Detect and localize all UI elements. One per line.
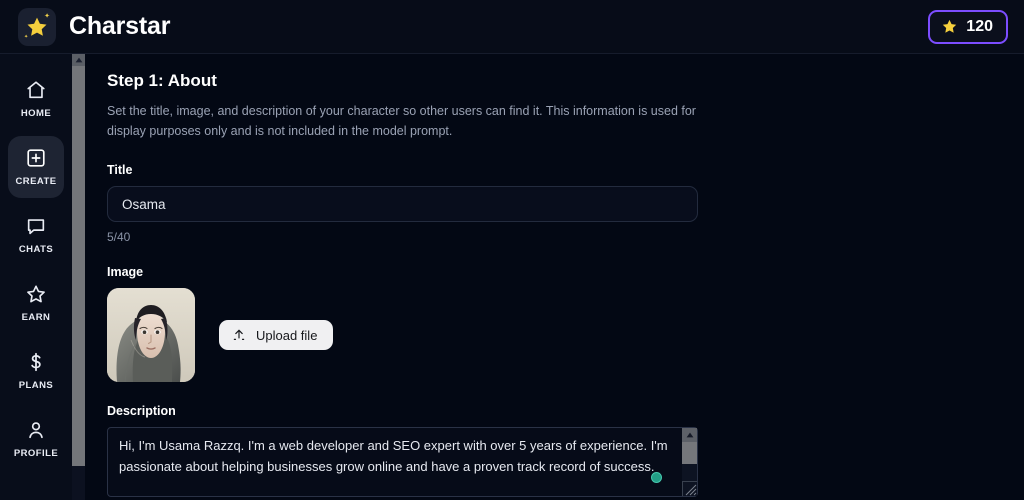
upload-file-button[interactable]: Upload file	[219, 320, 334, 350]
coins-badge[interactable]: 120	[928, 9, 1008, 44]
title-input[interactable]	[107, 186, 698, 222]
sidebar-item-earn[interactable]: EARN	[8, 272, 64, 334]
chat-bubble-icon	[27, 219, 45, 235]
sidebar-item-home[interactable]: HOME	[8, 68, 64, 130]
star-outline-icon	[27, 285, 45, 303]
title-label: Title	[107, 163, 133, 177]
page-scrollbar[interactable]	[72, 54, 85, 500]
main-content: Step 1: About Set the title, image, and …	[85, 54, 1024, 500]
plus-square-icon	[27, 149, 45, 167]
sidebar-item-label: PLANS	[18, 380, 54, 391]
sidebar-item-profile[interactable]: PROFILE	[8, 408, 64, 470]
resize-grip-icon[interactable]	[682, 481, 697, 496]
page-description: Set the title, image, and description of…	[107, 104, 696, 138]
coins-value: 120	[966, 17, 993, 35]
person-icon	[29, 422, 43, 439]
app-header: ✦ ✦ Charstar 120	[0, 0, 1024, 54]
sidebar-item-chats[interactable]: CHATS	[8, 204, 64, 266]
image-row: Upload file	[107, 288, 1024, 382]
image-label: Image	[107, 265, 144, 279]
upload-arrow-icon	[233, 329, 245, 340]
star-icon	[943, 19, 957, 33]
character-avatar[interactable]	[107, 288, 195, 382]
sidebar-item-label: HOME	[20, 108, 52, 119]
brand-name: Charstar	[69, 12, 171, 40]
description-scrollbar-track[interactable]	[682, 464, 697, 482]
page-scrollbar-thumb[interactable]	[72, 66, 85, 466]
home-icon	[27, 81, 45, 99]
description-wrapper	[107, 427, 698, 497]
dollar-icon	[31, 352, 41, 372]
description-scrollbar-thumb[interactable]	[682, 442, 697, 464]
star-logo-icon: ✦ ✦	[18, 7, 56, 46]
sidebar: HOME CREATE CHATS EARN PLANS PROFILE	[0, 54, 72, 500]
sidebar-item-label: CHATS	[18, 244, 54, 255]
sidebar-item-create[interactable]: CREATE	[8, 136, 64, 198]
title-counter: 5/40	[107, 230, 131, 244]
description-label: Description	[107, 404, 176, 418]
sidebar-item-label: CREATE	[15, 176, 57, 187]
sparkle-icon: ✦	[24, 33, 29, 40]
scroll-up-arrow-icon[interactable]	[72, 54, 85, 66]
upload-file-label: Upload file	[256, 327, 318, 343]
page-title: Step 1: About	[107, 71, 217, 90]
brand[interactable]: ✦ ✦ Charstar	[18, 7, 171, 46]
sidebar-item-label: PROFILE	[13, 448, 59, 459]
description-textarea[interactable]	[107, 427, 698, 497]
sidebar-item-label: EARN	[21, 312, 51, 323]
scroll-up-arrow-icon[interactable]	[682, 428, 697, 442]
sidebar-item-plans[interactable]: PLANS	[8, 340, 64, 402]
app-root: ✦ ✦ Charstar 120 HOME CREATE CHATS EARN …	[0, 0, 1024, 500]
description-status-indicator	[651, 472, 662, 483]
sparkle-icon: ✦	[44, 12, 50, 20]
